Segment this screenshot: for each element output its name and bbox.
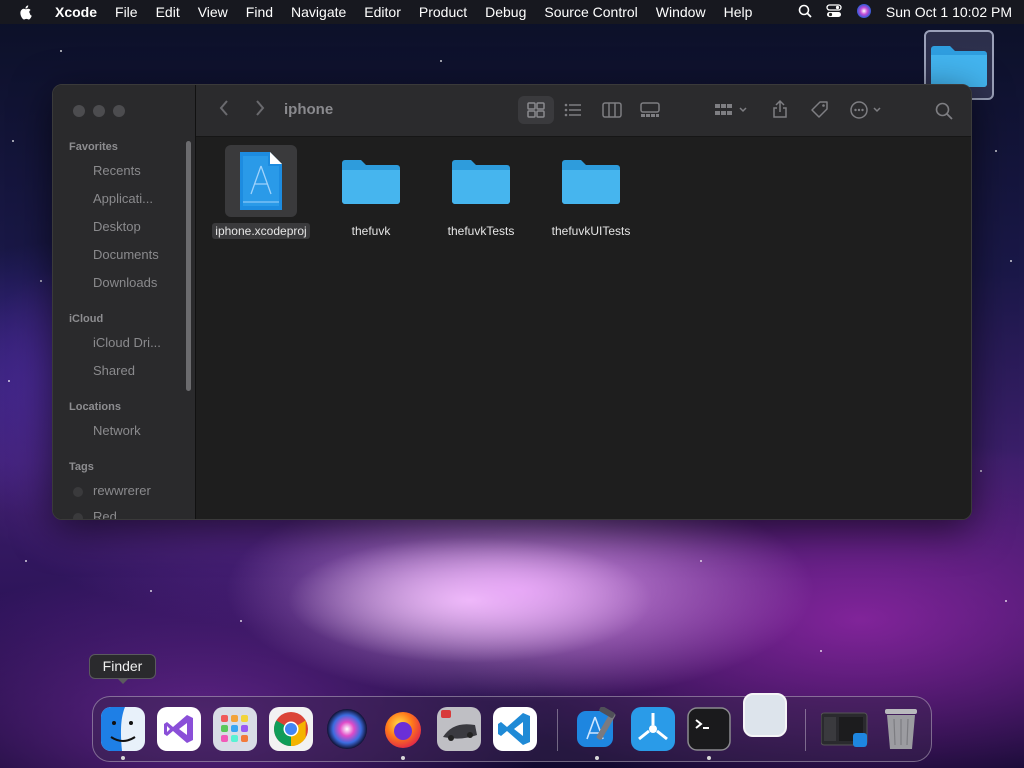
blank-app-icon[interactable] — [743, 693, 787, 737]
sidebar-item-documents[interactable]: Documents — [93, 247, 159, 262]
instruments-icon[interactable] — [631, 707, 675, 751]
file-item-thefuvkuitests[interactable]: thefuvkUITests — [536, 145, 646, 240]
siri-icon[interactable] — [325, 707, 369, 751]
menu-edit[interactable]: Edit — [147, 4, 189, 20]
finder-content: iphone.xcodeproj thefuvk thefuvkTests th… — [196, 137, 971, 519]
file-item-thefuvktests[interactable]: thefuvkTests — [426, 145, 536, 240]
window-preview-icon[interactable] — [820, 707, 868, 751]
running-indicator — [401, 756, 405, 760]
menu-source-control[interactable]: Source Control — [535, 4, 646, 20]
more-actions-icon[interactable] — [850, 101, 886, 124]
folder-icon — [445, 145, 517, 217]
menu-app-name[interactable]: Xcode — [46, 4, 106, 20]
dock-separator — [805, 709, 806, 751]
control-center-icon[interactable] — [826, 3, 842, 21]
sidebar-header-locations: Locations — [69, 401, 121, 413]
sidebar-item-shared[interactable]: Shared — [93, 363, 135, 378]
file-item-iphone-xcodeproj[interactable]: iphone.xcodeproj — [206, 145, 316, 240]
close-button[interactable] — [73, 105, 85, 117]
spotlight-search-icon[interactable] — [798, 4, 812, 21]
menu-editor[interactable]: Editor — [355, 4, 410, 20]
chrome-icon[interactable] — [269, 707, 313, 751]
trash-icon[interactable] — [879, 707, 923, 751]
minimize-button[interactable] — [93, 105, 105, 117]
sidebar-item-network[interactable]: Network — [93, 423, 141, 438]
gallery-view-icon[interactable] — [640, 102, 660, 123]
sidebar-scrollbar[interactable] — [186, 141, 191, 391]
sidebar-item-icloud-drive[interactable]: iCloud Dri... — [93, 335, 161, 350]
menu-debug[interactable]: Debug — [476, 4, 535, 20]
menu-view[interactable]: View — [189, 4, 237, 20]
menu-file[interactable]: File — [106, 4, 147, 20]
folder-icon — [335, 145, 407, 217]
sidebar-item-tag-red[interactable]: Red — [93, 509, 117, 519]
file-item-thefuvk[interactable]: thefuvk — [316, 145, 426, 240]
column-view-icon[interactable] — [602, 102, 622, 123]
firefox-icon[interactable] — [381, 707, 425, 751]
share-icon[interactable] — [772, 99, 788, 124]
folder-icon — [555, 145, 627, 217]
group-by-icon[interactable] — [714, 102, 750, 123]
dock-tooltip: Finder — [89, 654, 156, 684]
finder-toolbar: iphone — [196, 85, 971, 137]
tag-icon[interactable] — [810, 100, 830, 125]
xcode-icon[interactable] — [575, 706, 619, 751]
file-name: thefuvkUITests — [551, 224, 631, 238]
finder-icon[interactable] — [101, 707, 145, 751]
file-name: iphone.xcodeproj — [212, 223, 310, 239]
tag-dot-icon — [73, 513, 83, 519]
sidebar-header-favorites: Favorites — [69, 141, 118, 153]
menu-navigate[interactable]: Navigate — [282, 4, 355, 20]
tag-dot-icon — [73, 487, 83, 497]
menu-clock[interactable]: Sun Oct 1 10:02 PM — [886, 4, 1012, 20]
icon-view-icon[interactable] — [527, 102, 545, 123]
sidebar-item-desktop[interactable]: Desktop — [93, 219, 141, 234]
siri-menu-icon[interactable] — [856, 3, 872, 22]
menu-window[interactable]: Window — [647, 4, 715, 20]
search-icon[interactable] — [935, 102, 953, 125]
sidebar-header-icloud: iCloud — [69, 313, 104, 325]
sidebar-item-recents[interactable]: Recents — [93, 163, 141, 178]
back-chevron-icon[interactable] — [218, 99, 230, 122]
running-indicator — [595, 756, 599, 760]
menu-find[interactable]: Find — [237, 4, 282, 20]
visual-studio-icon[interactable] — [157, 707, 201, 751]
menu-bar: Xcode File Edit View Find Navigate Edito… — [0, 0, 1024, 24]
dock — [92, 693, 932, 762]
running-indicator — [121, 756, 125, 760]
finder-window: Favorites Recents Applicati... Desktop D… — [52, 84, 972, 520]
finder-sidebar: Favorites Recents Applicati... Desktop D… — [53, 85, 196, 519]
window-controls — [73, 105, 125, 117]
launchpad-icon[interactable] — [213, 707, 257, 751]
terminal-icon[interactable] — [687, 707, 731, 751]
forward-chevron-icon[interactable] — [254, 99, 266, 122]
sidebar-item-downloads[interactable]: Downloads — [93, 275, 157, 290]
list-view-icon[interactable] — [564, 102, 582, 123]
sidebar-item-applications[interactable]: Applicati... — [93, 191, 153, 206]
game-icon[interactable] — [437, 707, 481, 751]
running-indicator — [707, 756, 711, 760]
vscode-icon[interactable] — [493, 707, 537, 751]
window-title: iphone — [284, 101, 334, 118]
menu-help[interactable]: Help — [715, 4, 762, 20]
dock-separator — [557, 709, 558, 751]
file-name: thefuvk — [351, 224, 391, 238]
sidebar-item-tag-rewwrerer[interactable]: rewwrerer — [93, 483, 151, 498]
file-name: thefuvkTests — [447, 224, 515, 238]
sidebar-header-tags: Tags — [69, 461, 94, 473]
xcodeproj-icon — [225, 145, 297, 217]
menu-product[interactable]: Product — [410, 4, 476, 20]
apple-menu-icon[interactable] — [18, 4, 34, 20]
zoom-button[interactable] — [113, 105, 125, 117]
